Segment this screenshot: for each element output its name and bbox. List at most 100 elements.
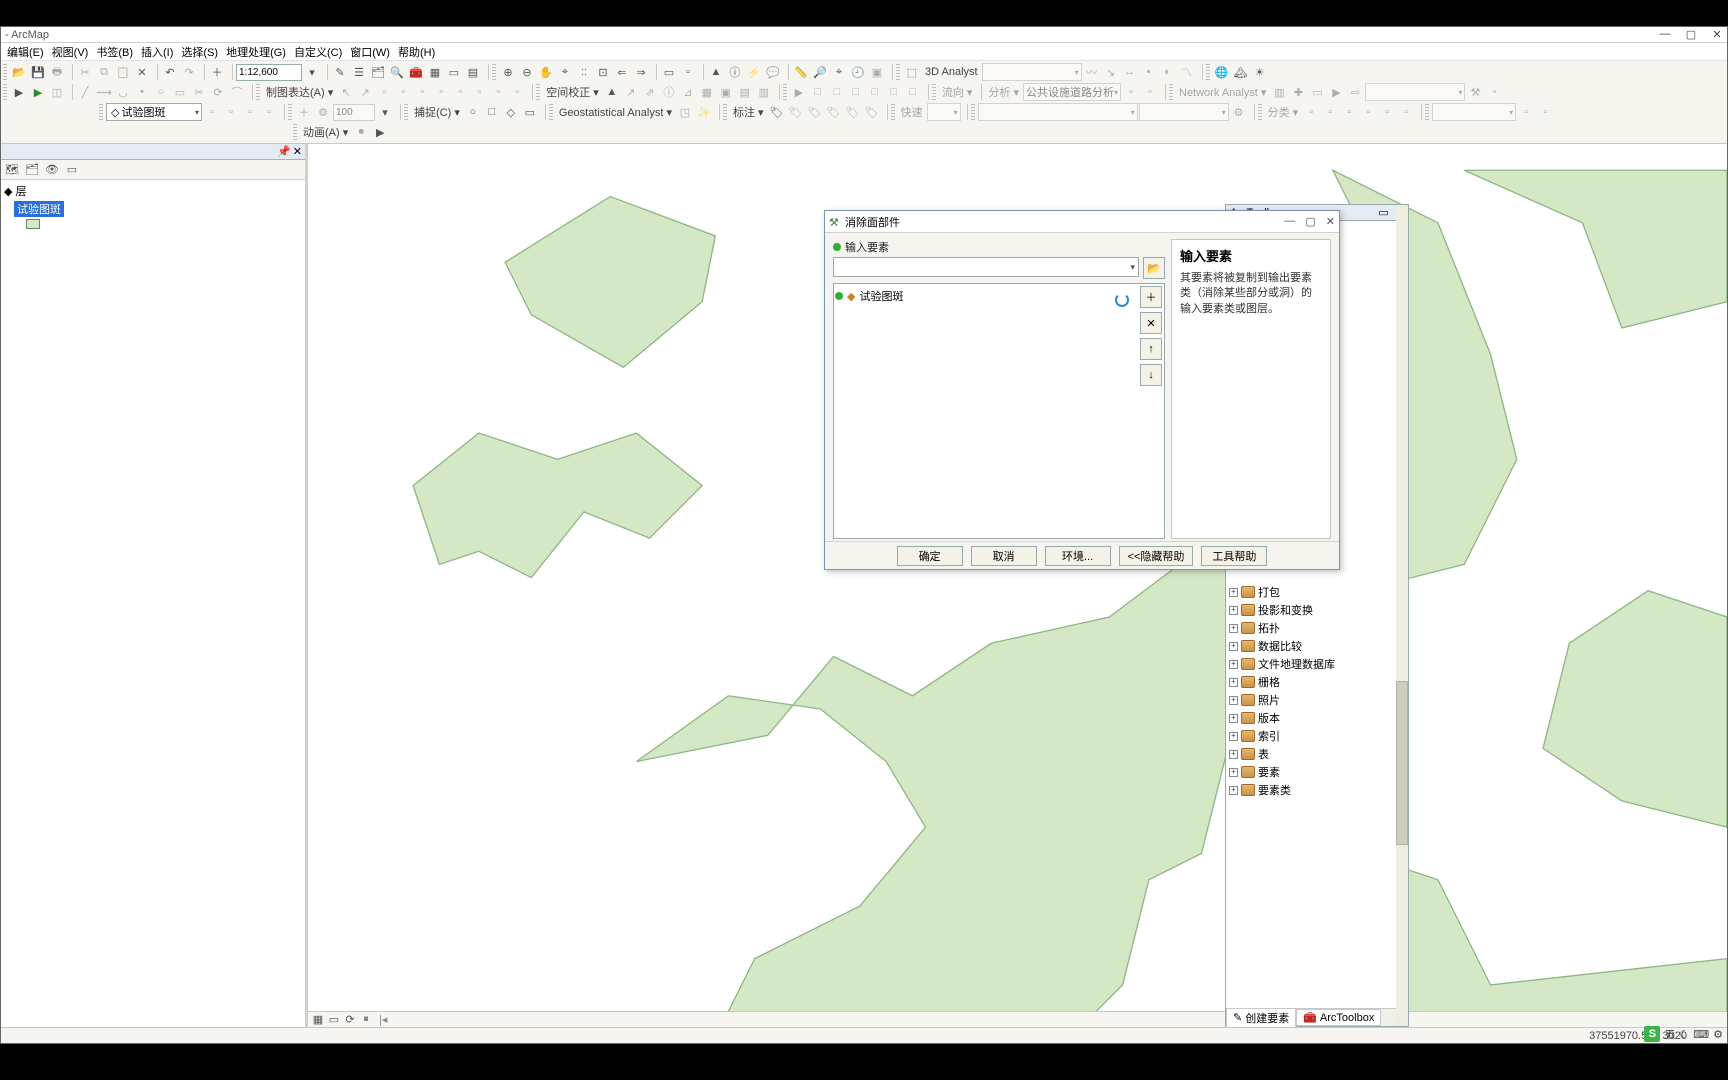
tree-node[interactable]: +要素 [1229, 763, 1405, 781]
3d-analyst-layer-combo[interactable]: ▾ [982, 63, 1082, 81]
split-icon[interactable]: ✂ [190, 83, 208, 101]
snap-edge-icon[interactable]: ▭ [521, 103, 539, 121]
tree-node[interactable]: +版本 [1229, 709, 1405, 727]
na-dataset-combo[interactable]: ▾ [1365, 83, 1465, 101]
scrollbar-thumb[interactable] [1396, 681, 1408, 845]
dialog-maximize-button[interactable]: ▢ [1305, 215, 1315, 228]
open-icon[interactable]: 📂 [10, 63, 28, 81]
na-b-icon[interactable]: □ [828, 83, 846, 101]
ime-settings-icon[interactable]: ⚙ [1713, 1028, 1723, 1041]
toc-icon[interactable]: ☰ [350, 63, 368, 81]
3d-profile-icon[interactable]: 〽 [1178, 63, 1196, 81]
layout-view-icon[interactable]: ▭ [327, 1013, 341, 1027]
sa-t2-icon[interactable]: ▤ [736, 83, 754, 101]
tab-arctoolbox[interactable]: 🧰ArcToolbox [1296, 1009, 1381, 1026]
lbl-a-icon[interactable]: 🏷 [768, 103, 786, 121]
tree-node[interactable]: +投影和变换 [1229, 601, 1405, 619]
tree-node[interactable]: +文件地理数据库 [1229, 655, 1405, 673]
cls-f-icon[interactable]: ▫ [1378, 103, 1396, 121]
anim-ctrl-icon[interactable]: ▶ [371, 123, 389, 141]
ime-mode[interactable]: 五 [1664, 1026, 1675, 1042]
add-data-icon[interactable]: ＋ [208, 63, 226, 81]
tree-node[interactable]: +表 [1229, 745, 1405, 763]
3d-steepest-icon[interactable]: ↘ [1102, 63, 1120, 81]
lbl-c-icon[interactable]: 🏷 [806, 103, 824, 121]
anim-rec-icon[interactable]: ⏺ [352, 123, 370, 141]
ut-b-icon[interactable]: ▫ [1141, 83, 1159, 101]
modelbuilder-icon[interactable]: ▭ [445, 63, 463, 81]
ut-a-icon[interactable]: ▫ [1122, 83, 1140, 101]
fixed-zoom-out-icon[interactable]: ⊡ [594, 63, 612, 81]
et-a-icon[interactable]: ▫ [203, 103, 221, 121]
cancel-button[interactable]: 取消 [971, 546, 1037, 566]
redo-icon[interactable]: ↷ [180, 63, 198, 81]
menu-window[interactable]: 窗口(W) [346, 43, 394, 61]
3d-interp-icon[interactable]: ◐ [1159, 63, 1177, 81]
dialog-close-button[interactable]: ✕ [1326, 215, 1335, 228]
na-dir-icon[interactable]: ⇨ [1346, 83, 1364, 101]
html-popup-icon[interactable]: 💬 [764, 63, 782, 81]
spatial-adjust-label[interactable]: 空间校正 ▾ [543, 84, 602, 100]
tree-node[interactable]: +要素类 [1229, 781, 1405, 799]
empty-combo-1[interactable]: ▾ [978, 103, 1138, 121]
editor-toolbar-icon[interactable]: ✎ [331, 63, 349, 81]
pause-draw-icon[interactable]: ⏸ [359, 1013, 373, 1027]
scene-icon[interactable]: 🏔 [1232, 63, 1250, 81]
et-c-icon[interactable]: ▫ [241, 103, 259, 121]
identify-icon[interactable]: ⓘ [726, 63, 744, 81]
menu-insert[interactable]: 插入(I) [137, 43, 177, 61]
rep-c-icon[interactable]: ▫ [413, 83, 431, 101]
rep-h-icon[interactable]: ▫ [508, 83, 526, 101]
rect-icon[interactable]: ▭ [171, 83, 189, 101]
rep-f-icon[interactable]: ▫ [470, 83, 488, 101]
toggle-3d-icon[interactable]: ⬚ [903, 63, 921, 81]
gs-explore-icon[interactable]: ◳ [676, 103, 694, 121]
anim-label[interactable]: 动画(A) ▾ [300, 124, 351, 140]
lbl-e-icon[interactable]: 🏷 [844, 103, 862, 121]
zoom-in-icon[interactable]: ⊕ [499, 63, 517, 81]
cartorep-label[interactable]: 制图表达(A) ▾ [263, 84, 336, 100]
cls-d-icon[interactable]: ▫ [1340, 103, 1358, 121]
next-extent-icon[interactable]: ⇒ [632, 63, 650, 81]
toc-layer-row[interactable]: 试验图斑 [4, 200, 302, 218]
quick-combo[interactable]: ▾ [927, 103, 961, 121]
edit-tool-icon[interactable]: ◫ [48, 83, 66, 101]
rep-b-icon[interactable]: ▫ [394, 83, 412, 101]
scale-dropdown-icon[interactable]: ▾ [303, 63, 321, 81]
findxy-icon[interactable]: ⌖ [830, 63, 848, 81]
pan-icon[interactable]: ✋ [537, 63, 555, 81]
cut-icon[interactable]: ✂ [76, 63, 94, 81]
sun-icon[interactable]: ☀ [1251, 63, 1269, 81]
find-icon[interactable]: 🔎 [811, 63, 829, 81]
catalog-icon[interactable]: 🗂 [369, 63, 387, 81]
ime-keyboard-icon[interactable]: ⌨ [1693, 1028, 1709, 1041]
paste-icon[interactable]: 📋 [114, 63, 132, 81]
cls-a-icon[interactable]: ⚙ [1230, 103, 1248, 121]
toc-symbol-row[interactable] [4, 218, 302, 230]
tree-node[interactable]: +索引 [1229, 727, 1405, 745]
rep-a-icon[interactable]: ▫ [375, 83, 393, 101]
streamdir-label[interactable]: 流向 ▾ [939, 84, 976, 100]
cls-c-icon[interactable]: ▫ [1321, 103, 1339, 121]
toc-close-icon[interactable]: ✕ [293, 145, 302, 158]
misc-2-icon[interactable]: ▫ [1536, 103, 1554, 121]
na-create-icon[interactable]: ✚ [1289, 83, 1307, 101]
move-up-button[interactable]: ↑ [1140, 338, 1162, 360]
pointer-icon[interactable]: ▶ [10, 83, 28, 101]
time-slider-icon[interactable]: 🕘 [849, 63, 867, 81]
cls-b-icon[interactable]: ▫ [1302, 103, 1320, 121]
menu-view[interactable]: 视图(V) [48, 43, 93, 61]
empty-combo-3[interactable]: ▾ [1432, 103, 1516, 121]
sa-edge-icon[interactable]: ⊿ [679, 83, 697, 101]
buf-unit-icon[interactable]: ▾ [376, 103, 394, 121]
viewer-icon[interactable]: ▣ [868, 63, 886, 81]
lbl-b-icon[interactable]: 🏷 [787, 103, 805, 121]
tree-node[interactable]: +拓扑 [1229, 619, 1405, 637]
sa-t1-icon[interactable]: ▣ [717, 83, 735, 101]
select-icon[interactable]: ▭ [660, 63, 678, 81]
dialog-minimize-button[interactable]: — [1284, 215, 1295, 228]
classify-label[interactable]: 分类 ▾ [1265, 104, 1302, 120]
fixed-zoom-in-icon[interactable]: :: [575, 63, 593, 81]
utility-trace-combo[interactable]: 公共设施道路分析▾ [1023, 83, 1121, 101]
sa-link-icon[interactable]: ↗ [622, 83, 640, 101]
